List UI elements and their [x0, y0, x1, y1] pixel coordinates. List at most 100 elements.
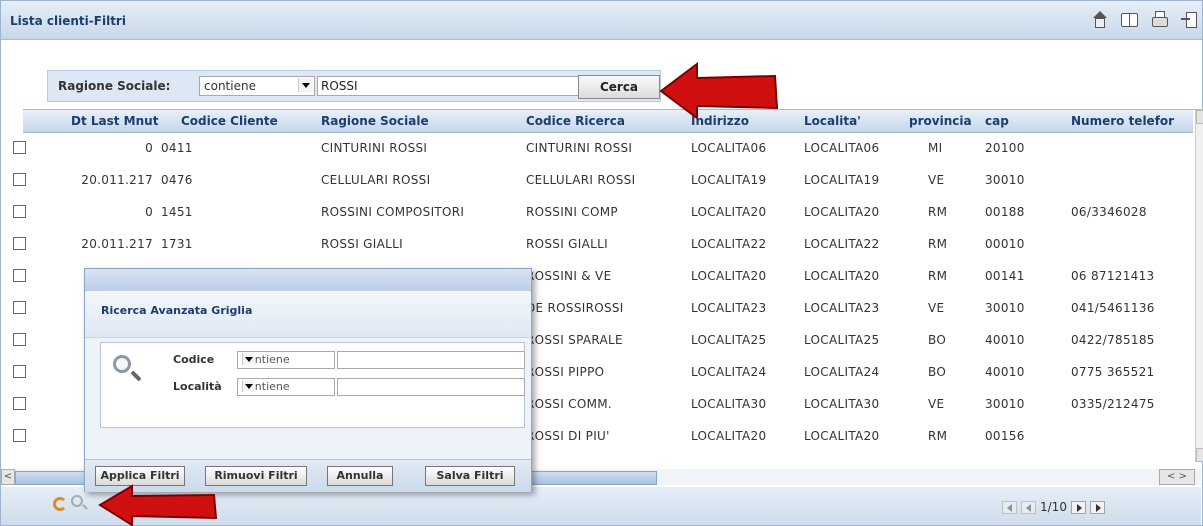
cell-provincia: BO	[928, 365, 947, 379]
row-checkbox[interactable]	[13, 237, 26, 250]
row-checkbox[interactable]	[13, 141, 26, 154]
cell-cap: 40010	[985, 333, 1025, 347]
column-header-localita[interactable]: Localita'	[804, 114, 904, 128]
grid-vertical-scrollbar[interactable]	[1195, 110, 1203, 462]
chevron-down-icon[interactable]	[242, 353, 255, 365]
cell-provincia: MI	[928, 141, 943, 155]
scroll-right-button[interactable]: < >	[1159, 469, 1195, 485]
table-row[interactable]: 20.011.217 0476 CELLULARI ROSSI CELLULARI R…	[13, 165, 1183, 195]
cell-indirizzo: LOCALITA06	[691, 141, 767, 155]
home-icon[interactable]	[1091, 11, 1108, 28]
cell-ricerca: CINTURINI ROSSI	[526, 141, 633, 155]
cell-indirizzo: LOCALITA20	[691, 429, 767, 443]
dialog-body: Codice contiene Località contiene	[100, 342, 525, 428]
filter-value-text: ROSSI	[321, 79, 358, 93]
row-checkbox[interactable]	[13, 429, 26, 442]
cell-localita: LOCALITA25	[804, 333, 880, 347]
cell-cap: 30010	[985, 173, 1025, 187]
filter-value-input[interactable]: ROSSI	[317, 76, 581, 96]
column-header-cap[interactable]: cap	[985, 114, 1025, 128]
column-header-codice-cliente[interactable]: Codice Cliente	[181, 114, 306, 128]
cell-localita: LOCALITA23	[804, 301, 880, 315]
row-checkbox[interactable]	[13, 301, 26, 314]
cell-ricerca: DE ROSSIROSSI	[526, 301, 624, 315]
cell-codice: 0476	[161, 173, 193, 187]
filter-operator-select[interactable]: contiene	[199, 76, 315, 96]
row-checkbox[interactable]	[13, 333, 26, 346]
cell-codice: 1731	[161, 237, 193, 251]
localita-input[interactable]	[337, 378, 525, 396]
remove-filters-button[interactable]: Rimuovi Filtri	[205, 466, 307, 486]
cell-dt: 0	[145, 205, 153, 219]
save-filters-button[interactable]: Salva Filtri	[425, 466, 515, 486]
chevron-down-icon[interactable]	[298, 78, 313, 92]
cell-provincia: RM	[928, 269, 948, 283]
cell-ricerca: ROSSI DI PIU'	[526, 429, 610, 443]
table-row[interactable]: 20.011.217 1731 ROSSI GIALLI ROSSI GIALLI LO…	[13, 229, 1183, 259]
grid-header: Dt Last Mnut Codice Cliente Ragione Soci…	[23, 110, 1193, 133]
cell-cap: 00141	[985, 269, 1025, 283]
cell-dt: 20.011.217	[81, 237, 153, 251]
exit-icon[interactable]	[1181, 11, 1198, 28]
book-icon[interactable]	[1121, 13, 1138, 27]
localita-operator-select[interactable]: contiene	[237, 378, 335, 396]
cell-cap: 20100	[985, 141, 1025, 155]
cell-ricerca: ROSSI SPARALE	[526, 333, 623, 347]
scroll-up-button[interactable]	[1196, 110, 1203, 124]
row-checkbox[interactable]	[13, 397, 26, 410]
row-checkbox[interactable]	[13, 205, 26, 218]
cell-telefono: 0335/212475	[1071, 397, 1155, 411]
first-page-button[interactable]	[1002, 500, 1017, 514]
column-header-numero-telefono[interactable]: Numero telefor	[1071, 114, 1193, 128]
last-page-button[interactable]	[1089, 500, 1105, 514]
cell-provincia: BO	[928, 333, 947, 347]
filter-bar: Ragione Sociale: contiene ROSSI Cerca	[47, 70, 661, 102]
cell-codice: 0411	[161, 141, 193, 155]
filter-label: Ragione Sociale:	[58, 79, 171, 93]
row-checkbox[interactable]	[13, 365, 26, 378]
scroll-down-button[interactable]	[1196, 448, 1203, 462]
dialog-title: Ricerca Avanzata Griglia	[101, 304, 253, 317]
chevron-down-icon[interactable]	[242, 380, 255, 392]
cell-indirizzo: LOCALITA30	[691, 397, 767, 411]
table-row[interactable]: 0 0411 CINTURINI ROSSI CINTURINI ROSSI LOCAL…	[13, 133, 1183, 163]
cell-provincia: VE	[928, 301, 945, 315]
column-header-ragione-sociale[interactable]: Ragione Sociale	[321, 114, 521, 128]
cell-dt: 0	[145, 141, 153, 155]
previous-page-button[interactable]	[1021, 500, 1036, 514]
column-header-dt-last-mnut[interactable]: Dt Last Mnut	[71, 114, 171, 128]
row-checkbox[interactable]	[13, 269, 26, 282]
column-header-provincia[interactable]: provincia	[909, 114, 979, 128]
cell-cap: 40010	[985, 365, 1025, 379]
pager: 1/10	[1002, 500, 1105, 514]
advanced-search-icon[interactable]	[71, 495, 83, 507]
codice-input[interactable]	[337, 351, 525, 369]
dialog-drag-bar[interactable]	[85, 269, 531, 291]
cell-provincia: RM	[928, 237, 948, 251]
cell-provincia: VE	[928, 397, 945, 411]
cell-ricerca: ROSSINI & VE	[526, 269, 612, 283]
cell-ragione: ROSSI GIALLI	[321, 237, 403, 251]
print-icon[interactable]	[1151, 11, 1168, 28]
refresh-icon[interactable]	[53, 497, 67, 511]
cancel-button[interactable]: Annulla	[327, 466, 393, 486]
cell-provincia: RM	[928, 429, 948, 443]
scroll-left-button[interactable]: <	[1, 469, 15, 485]
cell-cap: 00188	[985, 205, 1025, 219]
cell-ricerca: ROSSI COMM.	[526, 397, 613, 411]
cell-telefono: 041/5461136	[1071, 301, 1155, 315]
cell-telefono: 0775 365521	[1071, 365, 1155, 379]
next-page-button[interactable]	[1070, 500, 1086, 514]
cell-localita: LOCALITA30	[804, 397, 880, 411]
table-row[interactable]: 0 1451 ROSSINI COMPOSITORI ROSSINI COMP LOCA…	[13, 197, 1183, 227]
cell-telefono: 06 87121413	[1071, 269, 1155, 283]
codice-operator-select[interactable]: contiene	[237, 351, 335, 369]
search-button[interactable]: Cerca	[578, 75, 660, 99]
row-checkbox[interactable]	[13, 173, 26, 186]
window-titlebar: Lista clienti-Filtri	[1, 1, 1202, 40]
cell-ricerca: ROSSI PIPPO	[526, 365, 605, 379]
cell-provincia: RM	[928, 205, 948, 219]
cell-localita: LOCALITA06	[804, 141, 880, 155]
apply-filters-button[interactable]: Applica Filtri	[95, 466, 185, 486]
cell-localita: LOCALITA20	[804, 269, 880, 283]
